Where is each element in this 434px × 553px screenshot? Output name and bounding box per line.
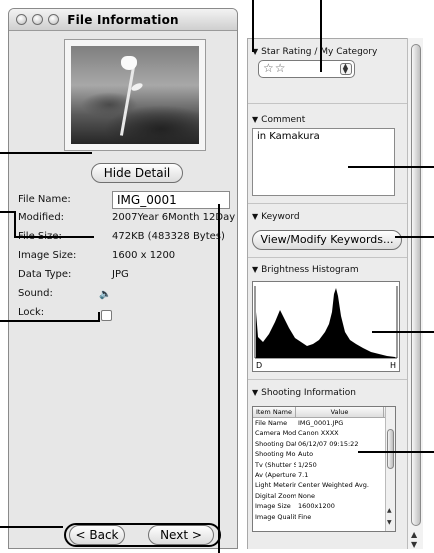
scroll-up-icon[interactable]: ▲ — [387, 507, 392, 514]
table-row: File Name IMG_0001.JPG — [255, 419, 344, 427]
triangle-down-icon[interactable]: ▼ — [252, 265, 258, 274]
sound-label: Sound: — [18, 288, 53, 299]
view-modify-keywords-button[interactable]: View/Modify Keywords... — [252, 230, 402, 250]
image-size-value: 1600 x 1200 — [112, 250, 176, 261]
callout-line — [252, 0, 254, 52]
speaker-icon[interactable]: 🔈 — [99, 289, 111, 300]
callout-line — [320, 0, 322, 72]
callout-line — [0, 211, 14, 213]
image-thumbnail — [64, 39, 206, 151]
table-row: Shooting Dat 06/12/07 09:15:22 — [255, 439, 359, 448]
callout-line — [395, 236, 434, 238]
callout-line — [14, 236, 94, 238]
panel-scroll-thumb[interactable] — [411, 44, 421, 526]
table-row: Av (Aperture 7.1 — [255, 470, 309, 479]
back-button[interactable]: < Back — [69, 525, 125, 545]
triangle-down-icon[interactable]: ▼ — [252, 115, 258, 124]
star-rating-section-title[interactable]: ▼ Star Rating / My Category — [252, 47, 377, 57]
table-row: Digital Zoom None — [255, 491, 315, 500]
thumbnail-photo — [71, 46, 199, 144]
table-row: Image Size 1600x1200 — [255, 502, 335, 511]
file-information-window: File Information Hide Detail File Name: … — [8, 8, 238, 549]
scroll-down-icon[interactable]: ▼ — [411, 540, 417, 549]
file-name-field[interactable]: IMG_0001 — [112, 191, 230, 209]
lock-label: Lock: — [18, 307, 45, 318]
file-size-value: 472KB (483328 Bytes) — [112, 231, 225, 242]
lock-checkbox[interactable] — [101, 310, 112, 321]
shooting-info-table: Item Name Value File Name IMG_0001.JPG Ca… — [252, 406, 396, 532]
panel-scrollbar[interactable]: ▲ ▼ — [407, 38, 423, 549]
table-row: Image Qualit Fine — [255, 512, 312, 521]
star-rating-select[interactable]: ☆☆ ▲ ▼ — [258, 60, 355, 78]
table-row: Light Meterir Center Weighted Avg. — [255, 481, 369, 490]
callout-line — [14, 211, 16, 238]
histogram-h-label: H — [390, 361, 396, 370]
shooting-info-section-title[interactable]: ▼ Shooting Information — [252, 388, 356, 398]
image-size-label: Image Size: — [18, 250, 77, 261]
file-name-label: File Name: — [18, 194, 71, 205]
comment-section-title[interactable]: ▼ Comment — [252, 115, 305, 125]
updown-arrow-icon: ▲ ▼ — [340, 63, 352, 75]
histogram-d-label: D — [256, 361, 262, 370]
scroll-down-icon[interactable]: ▼ — [387, 519, 392, 526]
next-button[interactable]: Next > — [148, 525, 214, 545]
data-type-value: JPG — [112, 269, 129, 280]
triangle-down-icon[interactable]: ▼ — [252, 212, 258, 221]
scroll-up-icon[interactable]: ▲ — [411, 530, 417, 539]
hide-detail-button[interactable]: Hide Detail — [91, 163, 183, 183]
callout-line — [372, 331, 434, 333]
brightness-histogram: D H — [252, 281, 400, 372]
callout-line — [358, 451, 434, 453]
callout-line — [348, 166, 434, 168]
column-header-value[interactable]: Value — [296, 407, 384, 417]
table-scrollbar[interactable]: ▲ ▼ — [385, 407, 395, 531]
table-header: Item Name Value — [253, 407, 395, 418]
triangle-down-icon[interactable]: ▼ — [252, 388, 258, 397]
title-bar[interactable]: File Information — [9, 9, 237, 31]
star-rating-value: ☆☆ — [263, 61, 287, 75]
callout-line — [0, 320, 100, 322]
modified-value: 2007Year 6Month 12Day — [112, 212, 236, 223]
callout-line — [0, 152, 92, 154]
column-header-item-name[interactable]: Item Name — [253, 407, 296, 417]
modified-label: Modified: — [18, 212, 65, 223]
table-scroll-thumb[interactable] — [387, 429, 394, 469]
data-type-label: Data Type: — [18, 269, 72, 280]
keyword-section-title[interactable]: ▼ Keyword — [252, 212, 300, 222]
comment-textarea[interactable]: in Kamakura — [252, 128, 395, 196]
table-row: Camera Mod Canon XXXX — [255, 429, 339, 438]
histogram-graph: D H — [254, 286, 398, 370]
table-row: Tv (Shutter S 1/250 — [255, 460, 317, 469]
callout-line — [0, 526, 63, 528]
callout-line — [98, 312, 100, 322]
callout-line — [218, 204, 220, 553]
window-title: File Information — [67, 13, 179, 27]
detail-panel: ▼ Star Rating / My Category ☆☆ ▲ ▼ ▼ Commen… — [247, 38, 408, 549]
histogram-section-title[interactable]: ▼ Brightness Histogram — [252, 265, 359, 275]
